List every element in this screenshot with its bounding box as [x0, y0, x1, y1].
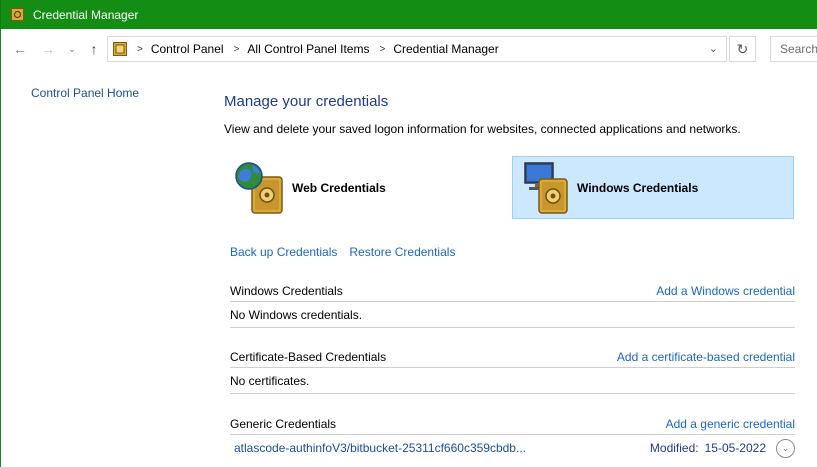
breadcrumb-separator-icon[interactable]: > — [234, 44, 240, 55]
generic-credentials-section: Generic Credentials Add a generic creden… — [230, 413, 795, 461]
up-arrow-icon[interactable]: ↑ — [85, 41, 103, 57]
backup-restore-links: Back up Credentials Restore Credentials — [230, 245, 455, 259]
address-bar[interactable]: > Control Panel > All Control Panel Item… — [107, 36, 727, 62]
section-header: Certificate-Based Credentials Add a cert… — [230, 346, 795, 368]
web-credentials-label: Web Credentials — [292, 180, 386, 195]
windows-credentials-label: Windows Credentials — [577, 180, 699, 195]
expand-chevron-icon[interactable]: ⌄ — [776, 438, 795, 458]
section-title: Certificate-Based Credentials — [230, 349, 387, 364]
add-certificate-credential-link[interactable]: Add a certificate-based credential — [617, 350, 795, 364]
forward-arrow-icon[interactable]: → — [39, 41, 57, 57]
section-header: Windows Credentials Add a Windows creden… — [230, 280, 795, 302]
section-empty-message: No Windows credentials. — [230, 302, 795, 328]
window-frame — [0, 29, 1, 467]
credential-modified: Modified: 15-05-2022 ⌄ — [649, 438, 795, 458]
windows-credentials-icon — [519, 159, 573, 217]
page-title: Manage your credentials — [224, 93, 389, 110]
backup-credentials-link[interactable]: Back up Credentials — [230, 245, 337, 259]
web-credentials-tile[interactable]: Web Credentials — [228, 156, 510, 219]
restore-credentials-link[interactable]: Restore Credentials — [349, 245, 455, 259]
refresh-button[interactable]: ↻ — [729, 36, 756, 62]
add-windows-credential-link[interactable]: Add a Windows credential — [656, 284, 795, 298]
breadcrumb-separator-icon[interactable]: > — [137, 44, 143, 55]
modified-label: Modified: — [649, 441, 699, 455]
windows-credentials-tile[interactable]: Windows Credentials — [512, 156, 794, 219]
breadcrumb-separator-icon[interactable]: > — [379, 44, 385, 55]
breadcrumb-control-panel[interactable]: Control Panel — [151, 42, 224, 56]
credential-list-item[interactable]: atlascode-authinfoV3/bitbucket-25311cf66… — [230, 435, 795, 461]
section-title: Generic Credentials — [230, 416, 337, 431]
address-dropdown-icon[interactable]: ⌄ — [709, 42, 718, 55]
recent-locations-chevron-icon[interactable]: ⌄ — [63, 41, 81, 57]
breadcrumb-credential-manager[interactable]: Credential Manager — [393, 42, 498, 56]
section-header: Generic Credentials Add a generic creden… — [230, 413, 795, 435]
sidebar: Control Panel Home — [31, 86, 139, 100]
navigation-bar: ← → ⌄ ↑ > Control Panel > All Control Pa… — [1, 29, 817, 69]
window-title: Credential Manager — [33, 7, 139, 22]
title-bar: Credential Manager — [0, 0, 817, 29]
section-title: Windows Credentials — [230, 283, 343, 298]
refresh-icon: ↻ — [736, 40, 749, 57]
section-empty-message: No certificates. — [230, 368, 795, 394]
web-credentials-icon — [234, 159, 288, 217]
search-placeholder: Search — [780, 42, 817, 56]
breadcrumb-all-items[interactable]: All Control Panel Items — [247, 42, 369, 56]
credential-manager-icon — [11, 8, 24, 21]
modified-date: 15-05-2022 — [704, 441, 766, 455]
control-panel-home-link[interactable]: Control Panel Home — [31, 86, 139, 100]
certificate-credentials-section: Certificate-Based Credentials Add a cert… — [230, 346, 795, 394]
search-input[interactable]: Search — [770, 36, 817, 62]
windows-credentials-section: Windows Credentials Add a Windows creden… — [230, 280, 795, 328]
credential-name[interactable]: atlascode-authinfoV3/bitbucket-25311cf66… — [234, 441, 526, 455]
add-generic-credential-link[interactable]: Add a generic credential — [666, 417, 795, 431]
control-panel-icon — [113, 42, 127, 56]
back-arrow-icon[interactable]: ← — [11, 41, 29, 57]
page-description: View and delete your saved logon informa… — [224, 122, 741, 136]
